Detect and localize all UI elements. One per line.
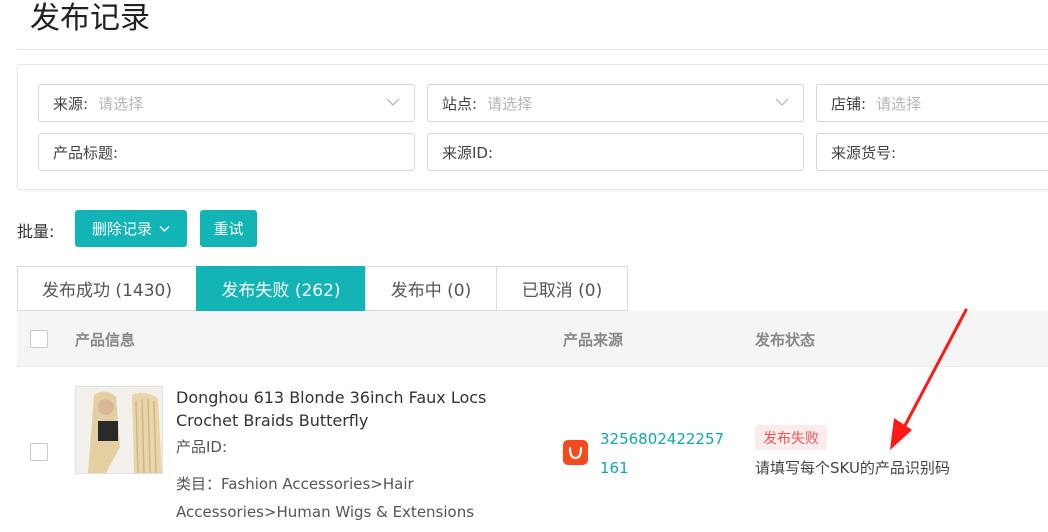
store-select-label: 店铺: xyxy=(831,94,867,113)
aliexpress-icon xyxy=(563,440,588,465)
page-title: 发布记录 xyxy=(30,1,150,36)
chevron-down-icon xyxy=(159,225,170,232)
header-publish-status: 发布状态 xyxy=(755,331,816,349)
filter-panel: 来源: 请选择 站点: 请选择 店铺: 请选择 产品标题: 来源ID: 来源货号… xyxy=(17,64,1048,190)
tab-cancelled[interactable]: 已取消 (0) xyxy=(496,266,628,311)
tab-publish-failed[interactable]: 发布失败 (262) xyxy=(196,266,366,311)
source-select-label: 来源: xyxy=(53,94,89,113)
header-product-source: 产品来源 xyxy=(563,331,624,349)
chevron-down-icon xyxy=(775,98,789,106)
product-id: 产品ID: xyxy=(176,438,228,456)
annotation-arrow-icon xyxy=(890,308,968,450)
site-select-label: 站点: xyxy=(442,94,478,113)
status-badge: 发布失败 xyxy=(755,425,827,450)
source-select[interactable]: 来源: 请选择 xyxy=(38,84,415,122)
tab-publishing[interactable]: 发布中 (0) xyxy=(365,266,497,311)
product-thumbnail[interactable] xyxy=(75,386,163,474)
retry-button[interactable]: 重试 xyxy=(200,210,257,247)
store-select[interactable]: 店铺: 请选择 xyxy=(816,84,1048,122)
site-select[interactable]: 站点: 请选择 xyxy=(427,84,804,122)
title-divider xyxy=(17,49,1048,50)
product-title[interactable]: Donghou 613 Blonde 36inch Faux Locs Croc… xyxy=(176,386,536,432)
store-select-placeholder: 请选择 xyxy=(876,94,922,113)
source-id-link[interactable]: 3256802422257161 xyxy=(600,425,730,483)
source-id-input-label: 来源ID: xyxy=(442,143,494,162)
batch-label: 批量: xyxy=(17,222,55,241)
product-category: 类目：Fashion Accessories>Hair Accessories>… xyxy=(176,475,475,521)
select-all-checkbox[interactable] xyxy=(30,330,48,348)
source-sku-input-label: 来源货号: xyxy=(831,143,897,162)
source-id-input[interactable]: 来源ID: xyxy=(427,133,804,171)
delete-records-label: 删除记录 xyxy=(91,221,152,238)
product-title-input-label: 产品标题: xyxy=(53,143,119,162)
status-message: 请填写每个SKU的产品识别码 xyxy=(755,459,950,477)
product-image xyxy=(76,387,162,473)
source-select-placeholder: 请选择 xyxy=(98,94,144,113)
tab-publish-success[interactable]: 发布成功 (1430) xyxy=(17,266,197,311)
chevron-down-icon xyxy=(386,98,400,106)
source-sku-input[interactable]: 来源货号: xyxy=(816,133,1048,171)
product-title-input[interactable]: 产品标题: xyxy=(38,133,415,171)
site-select-placeholder: 请选择 xyxy=(487,94,533,113)
delete-records-button[interactable]: 删除记录 xyxy=(75,210,187,247)
row-checkbox[interactable] xyxy=(30,443,48,461)
header-product-info: 产品信息 xyxy=(75,331,136,349)
